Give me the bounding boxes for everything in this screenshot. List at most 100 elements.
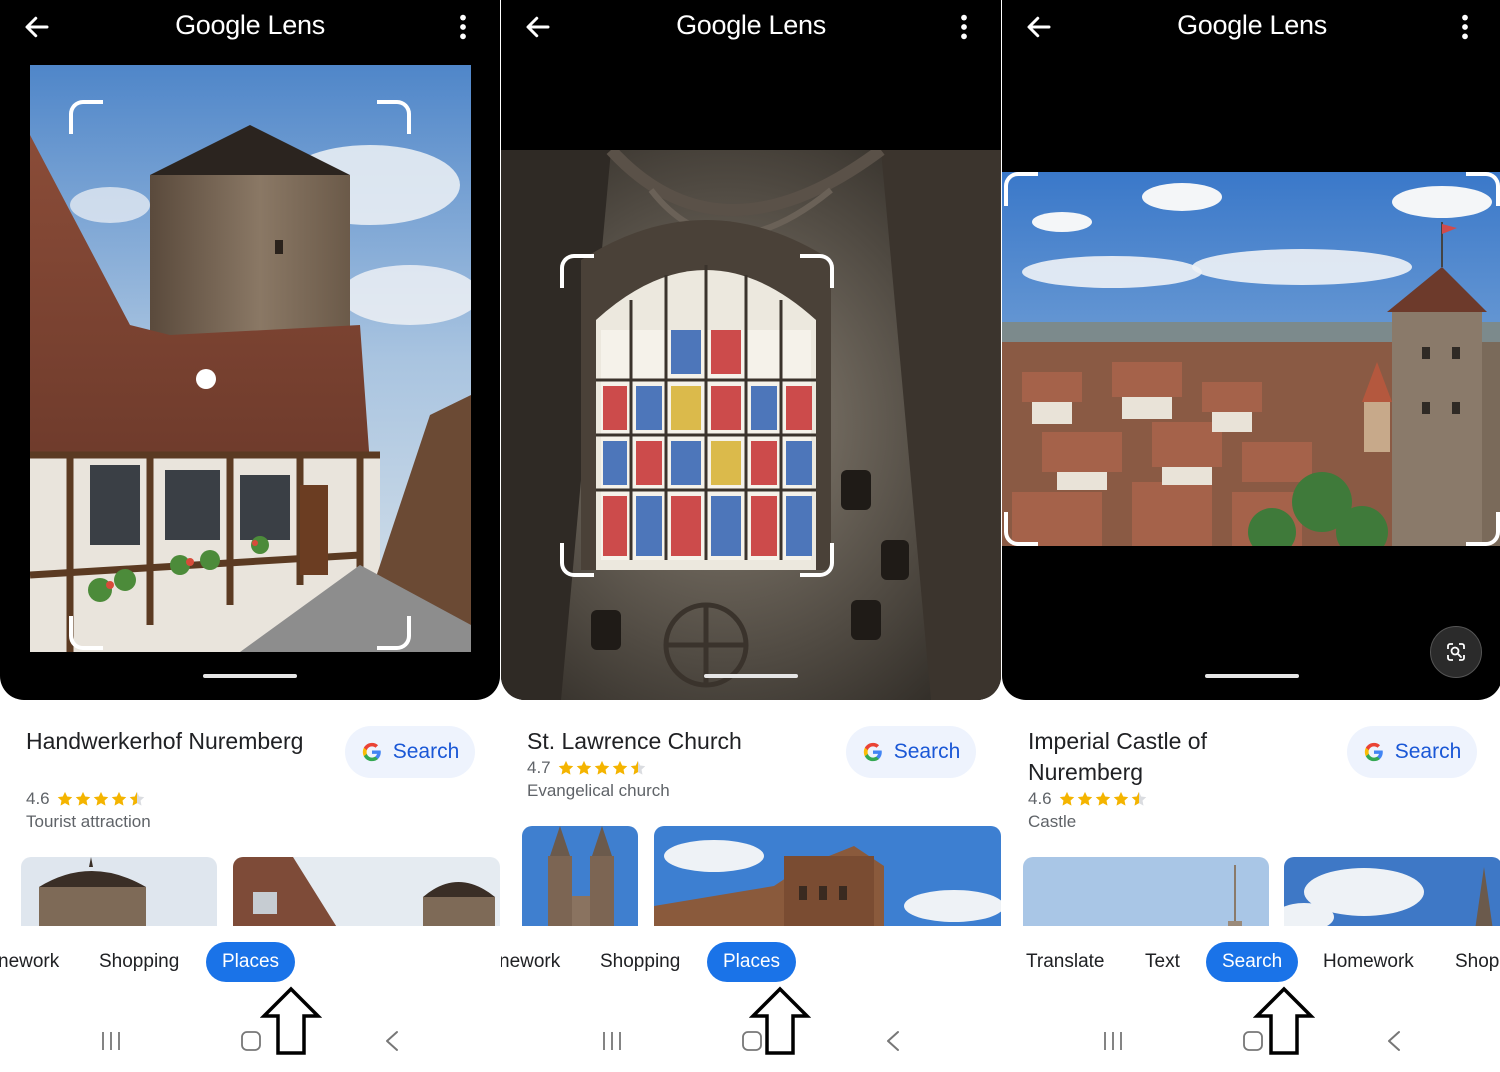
crop-corner-top-left[interactable] [560,254,594,288]
google-search-button[interactable]: Search [1347,726,1477,778]
rating-row: 4.6 [26,789,146,809]
star-icon [110,790,128,808]
crop-corner-top-right[interactable] [800,254,834,288]
tab-translate[interactable]: Translate [1026,942,1105,982]
tab-homework[interactable]: Homework [1323,942,1414,982]
app-title: Google Lens [676,10,826,40]
star-icon [1130,790,1148,808]
rating-value: 4.6 [26,789,50,808]
star-icon [56,790,74,808]
tab-homework[interactable]: nework [501,942,560,982]
captured-photo[interactable] [30,65,471,652]
place-category: Castle [1028,812,1077,831]
more-options-icon[interactable] [1450,12,1480,42]
crop-corner-top-right[interactable] [1466,172,1500,206]
star-icon [128,790,146,808]
top-bar: Google Lens [501,0,1001,54]
more-options-icon[interactable] [949,12,979,42]
lens-screen-imperial-castle: Google Lens Imperial Castle of Nuremberg… [1002,0,1500,1072]
result-image-thumbnail[interactable] [1284,857,1500,937]
lens-screen-handwerkerhof: Google Lens Handwerkerhof Nuremberg 4.6 … [0,0,500,1072]
rating-row: 4.6 [1028,789,1148,809]
crop-corner-bottom-right[interactable] [1466,512,1500,546]
place-category: Tourist attraction [26,812,151,831]
star-icon [611,759,629,777]
crop-corner-bottom-right[interactable] [377,616,411,650]
place-category: Evangelical church [527,781,670,800]
recents-icon[interactable] [601,1030,623,1052]
tab-shopping[interactable]: Shop [1455,942,1499,982]
star-rating [56,790,146,808]
recents-icon[interactable] [1102,1030,1124,1052]
result-image-thumbnail[interactable] [233,857,500,937]
system-back-icon[interactable] [885,1030,901,1052]
crop-corner-bottom-left[interactable] [69,616,103,650]
result-image-thumbnail[interactable] [21,857,217,937]
crop-corner-top-left[interactable] [69,100,103,134]
camera-viewer: Google Lens [1002,0,1500,700]
star-icon [1112,790,1130,808]
search-button-label: Search [1394,740,1462,763]
home-icon[interactable] [741,1030,763,1052]
rating-row: 4.7 [527,758,647,778]
top-bar: Google Lens [1002,0,1500,54]
camera-viewer: Google Lens [0,0,500,700]
pointer-arrow-icon [260,986,322,1056]
image-search-icon [1447,643,1465,661]
tab-search[interactable]: Search [1206,942,1299,982]
sheet-drag-handle[interactable] [704,674,798,678]
star-rating [557,759,647,777]
star-icon [575,759,593,777]
tab-shopping[interactable]: Shopping [600,942,680,982]
crop-corner-bottom-right[interactable] [800,543,834,577]
lens-search-area-button[interactable] [1430,626,1482,678]
sheet-drag-handle[interactable] [203,674,297,678]
crop-corner-top-right[interactable] [377,100,411,134]
place-name: Handwerkerhof Nuremberg [26,728,304,754]
more-options-icon[interactable] [448,12,478,42]
result-image-thumbnail[interactable] [654,826,1001,938]
crop-corner-bottom-left[interactable] [1004,512,1038,546]
sheet-drag-handle[interactable] [1205,674,1299,678]
google-search-button[interactable]: Search [846,726,976,778]
google-search-button[interactable]: Search [345,726,475,778]
system-back-icon[interactable] [384,1030,400,1052]
tab-text[interactable]: Text [1145,942,1180,982]
star-icon [593,759,611,777]
camera-viewer: Google Lens [501,0,1001,700]
place-name: Imperial Castle of Nuremberg [1028,728,1207,785]
place-name: St. Lawrence Church [527,728,742,754]
google-g-icon [1363,741,1385,763]
star-icon [74,790,92,808]
google-g-icon [361,741,383,763]
lens-screen-st-lawrence: Google Lens St. Lawrence Church 4.7 Evan… [501,0,1001,1072]
result-image-thumbnail[interactable] [1023,857,1269,937]
home-icon[interactable] [1242,1030,1264,1052]
captured-photo[interactable] [1002,172,1500,546]
tab-places[interactable]: Places [206,942,296,982]
top-bar: Google Lens [0,0,500,54]
tab-places[interactable]: Places [707,942,797,982]
recents-icon[interactable] [100,1030,122,1052]
system-back-icon[interactable] [1386,1030,1402,1052]
tab-homework[interactable]: nework [0,942,59,982]
search-button-label: Search [893,740,961,763]
result-image-thumbnail[interactable] [522,826,638,938]
search-button-label: Search [392,740,460,763]
home-icon[interactable] [240,1030,262,1052]
app-title: Google Lens [175,10,325,40]
google-g-icon [862,741,884,763]
crop-corner-bottom-left[interactable] [560,543,594,577]
tab-shopping[interactable]: Shopping [99,942,179,982]
star-icon [1094,790,1112,808]
rating-value: 4.7 [527,758,551,777]
star-icon [1076,790,1094,808]
crop-corner-top-left[interactable] [1004,172,1038,206]
star-rating [1058,790,1148,808]
star-icon [629,759,647,777]
captured-photo[interactable] [501,150,1001,700]
star-icon [1058,790,1076,808]
rating-value: 4.6 [1028,789,1052,808]
star-icon [92,790,110,808]
app-title: Google Lens [1177,10,1327,40]
